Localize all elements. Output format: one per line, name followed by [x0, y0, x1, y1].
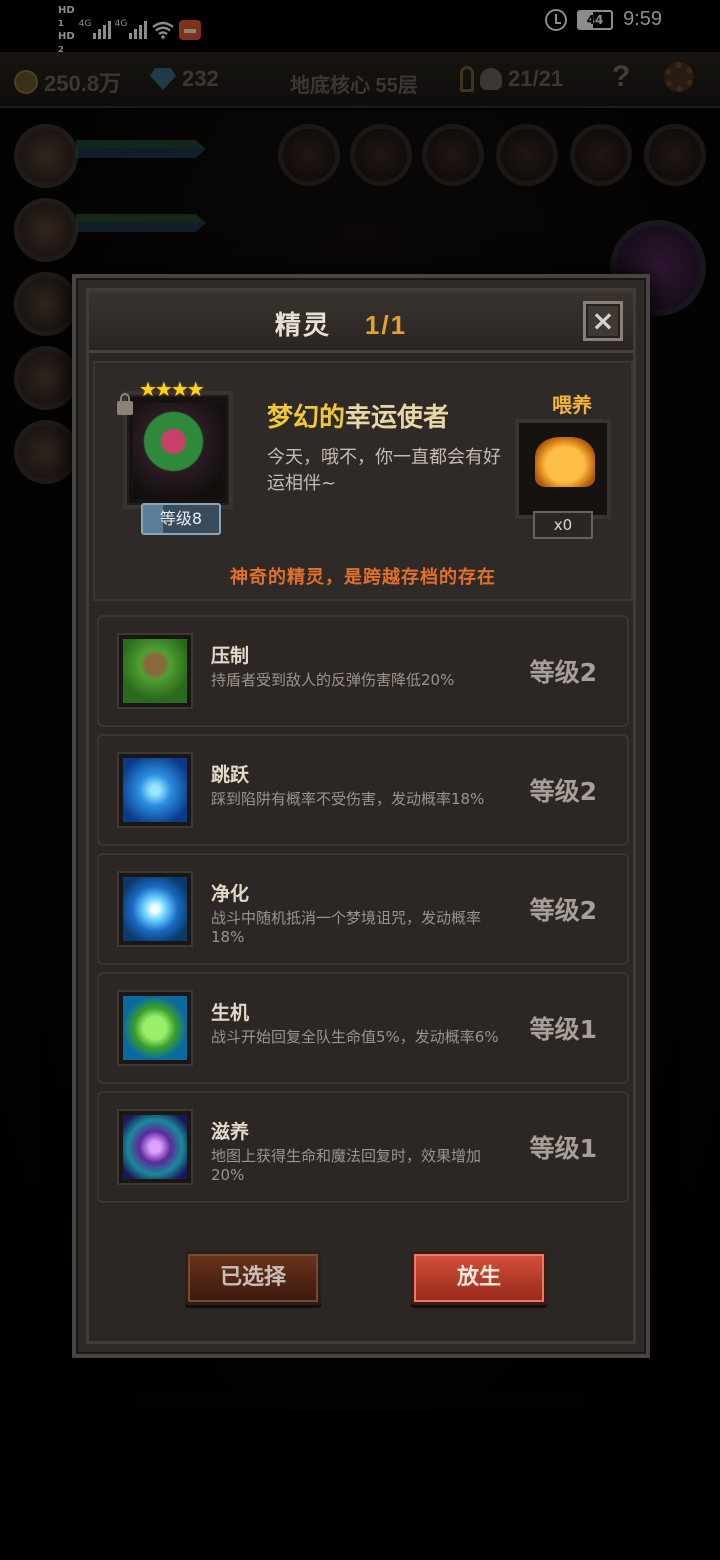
skill-name: 压制 [211, 645, 250, 667]
bread-icon [535, 437, 595, 487]
skill-row[interactable]: 跳跃 踩到陷阱有概率不受伤害，发动概率18% 等级2 [97, 734, 629, 846]
skill-description: 战斗中随机抵消一个梦境诅咒，发动概率18% [211, 909, 482, 946]
selected-button[interactable]: 已选择 [185, 1251, 321, 1305]
spirit-level-badge: 等级8 [141, 503, 221, 535]
claw-grass-icon [119, 635, 191, 707]
skill-level: 等级2 [529, 777, 597, 806]
spirit-note: 神奇的精灵，是跨越存档的存在 [230, 567, 496, 588]
dialog-title: 精灵 1/1 [89, 305, 633, 342]
feed-label: 喂养 [552, 393, 592, 417]
skill-description: 地图上获得生命和魔法回复时，效果增加20% [211, 1147, 482, 1184]
skill-name: 生机 [211, 1002, 250, 1024]
spirit-portrait-frame[interactable] [123, 391, 233, 509]
dialog-frame: 精灵 1/1 × ★★★★ 等级8 梦幻的幸运使者 今天，哦不，你一直都会有好运相… [86, 288, 636, 1344]
skill-description: 持盾者受到敌人的反弹伤害降低20% [211, 671, 455, 689]
spirit-count: 1/1 [364, 310, 408, 340]
skill-row[interactable]: 滋养 地图上获得生命和魔法回复时，效果增加20% 等级1 [97, 1091, 629, 1203]
skill-name: 净化 [211, 883, 250, 905]
spirit-name: 梦幻的幸运使者 [267, 397, 449, 434]
spirit-portrait [133, 403, 223, 499]
skill-list: 压制 持盾者受到敌人的反弹伤害降低20% 等级2 跳跃 踩到陷阱有概率不受伤害，… [97, 615, 629, 1210]
skill-row[interactable]: 净化 战斗中随机抵消一个梦境诅咒，发动概率18% 等级2 [97, 853, 629, 965]
feed-count: x0 [533, 511, 593, 539]
leap-water-icon [119, 754, 191, 826]
release-button[interactable]: 放生 [411, 1251, 547, 1305]
skill-name: 跳跃 [211, 764, 250, 786]
close-icon: × [591, 304, 615, 337]
lock-icon[interactable] [117, 393, 133, 415]
title-label: 精灵 [274, 311, 331, 341]
spirit-description: 今天，哦不，你一直都会有好运相伴~ [267, 447, 501, 494]
skill-level: 等级2 [529, 658, 597, 687]
skill-level: 等级1 [529, 1134, 597, 1163]
skill-row[interactable]: 生机 战斗开始回复全队生命值5%，发动概率6% 等级1 [97, 972, 629, 1084]
skill-level: 等级1 [529, 1015, 597, 1044]
butterfly-wings-icon [119, 1111, 191, 1183]
skill-description: 踩到陷阱有概率不受伤害，发动概率18% [211, 790, 485, 808]
star-rating: ★★★★ [139, 377, 205, 401]
green-leaf-icon [119, 992, 191, 1064]
spirit-name-main: 幸运使者 [345, 403, 450, 433]
spirit-info-panel: ★★★★ 等级8 梦幻的幸运使者 今天，哦不，你一直都会有好运相伴~ 喂养 x0… [93, 361, 633, 601]
spirit-name-prefix: 梦幻的 [267, 403, 346, 433]
spirit-dialog: 精灵 1/1 × ★★★★ 等级8 梦幻的幸运使者 今天，哦不，你一直都会有好运相… [72, 274, 650, 1358]
skill-row[interactable]: 压制 持盾者受到敌人的反弹伤害降低20% 等级2 [97, 615, 629, 727]
close-button[interactable]: × [583, 301, 623, 341]
feed-item-slot[interactable] [515, 419, 611, 519]
blue-flower-icon [119, 873, 191, 945]
skill-name: 滋养 [211, 1121, 250, 1143]
dialog-title-bar: 精灵 1/1 × [89, 291, 633, 353]
skill-level: 等级2 [529, 896, 597, 925]
skill-description: 战斗开始回复全队生命值5%，发动概率6% [211, 1028, 499, 1046]
